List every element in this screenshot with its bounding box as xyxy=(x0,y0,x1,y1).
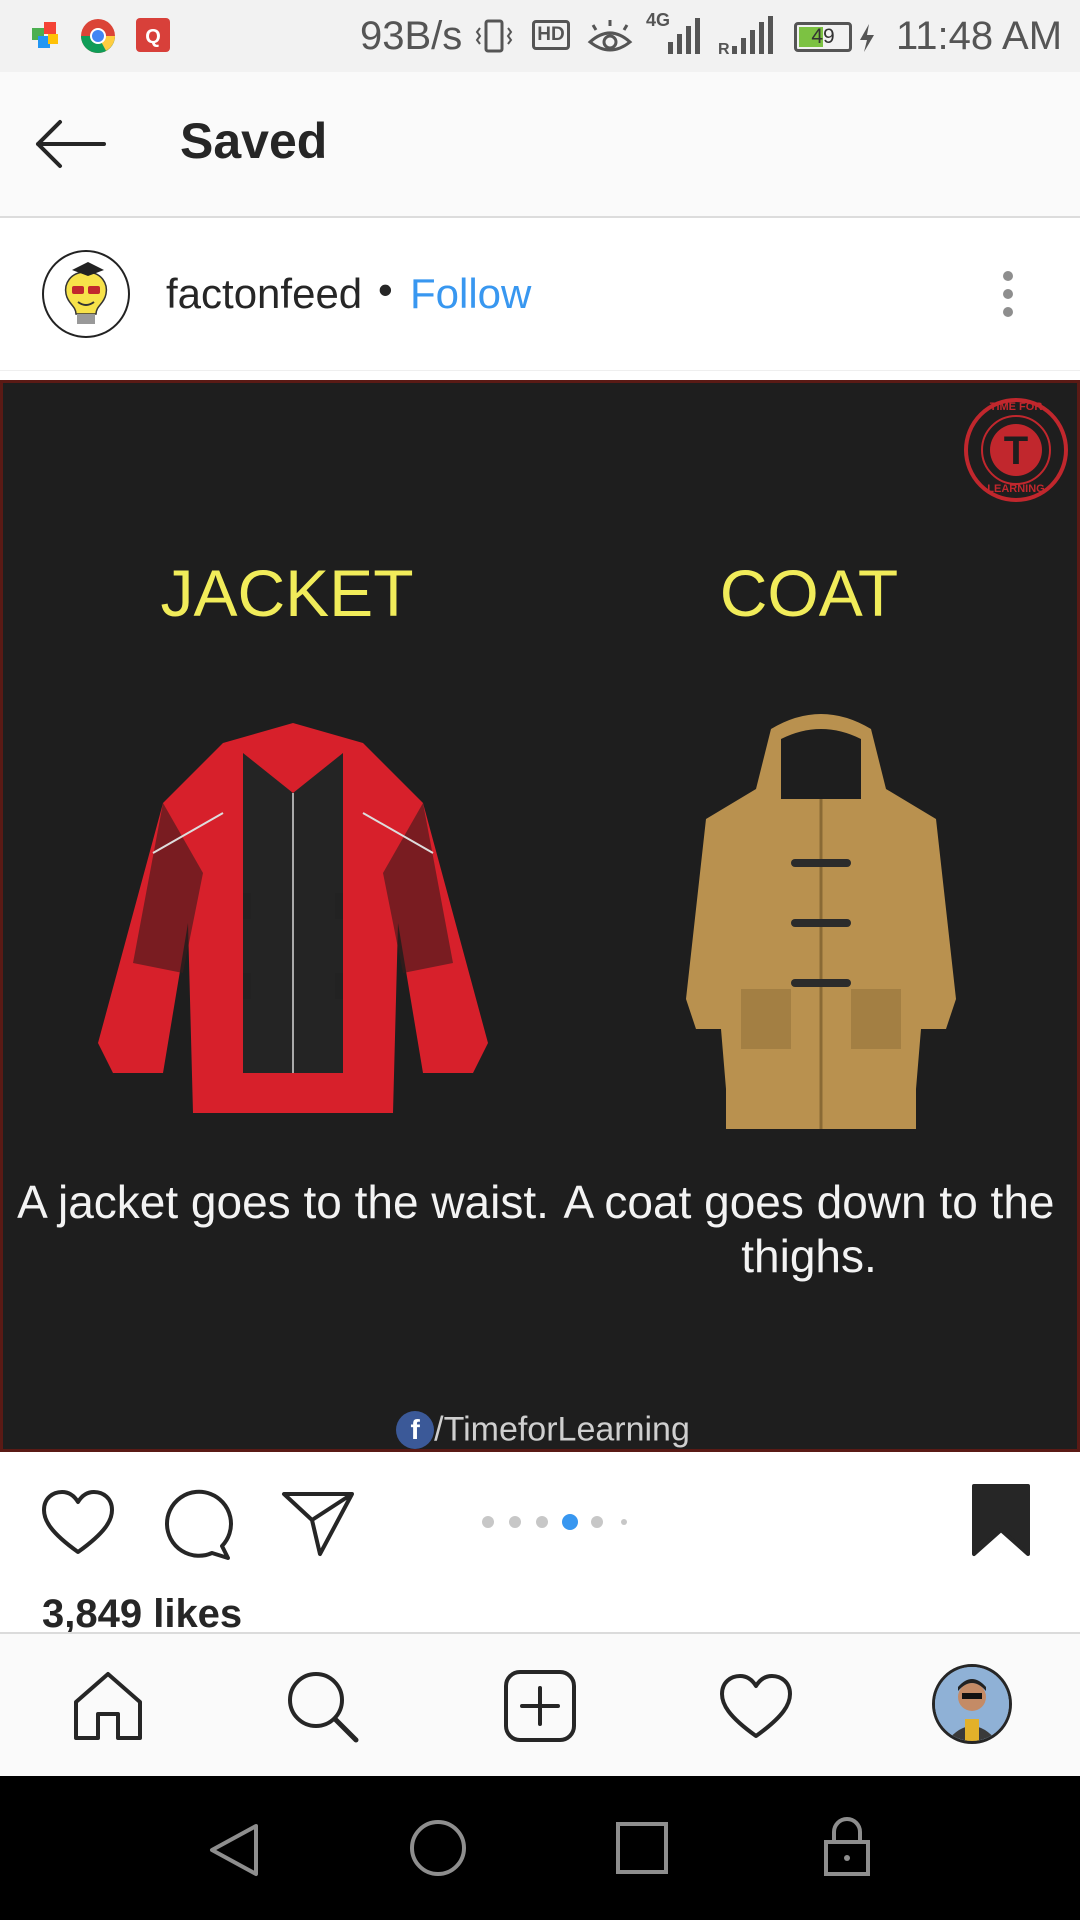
nav-new-post[interactable] xyxy=(502,1668,578,1744)
lock-icon xyxy=(824,1817,870,1876)
system-home-button[interactable] xyxy=(408,1818,468,1878)
search-icon xyxy=(288,1672,359,1743)
battery-icon: 49 xyxy=(794,22,852,52)
likes-count[interactable]: 3,849 likes xyxy=(42,1592,242,1637)
heart-icon xyxy=(720,1674,792,1738)
bookmark-icon xyxy=(972,1484,1030,1556)
signal-icon-2: R xyxy=(716,16,776,56)
bottom-navigation xyxy=(0,1632,1080,1778)
share-button[interactable] xyxy=(280,1488,356,1558)
network-speed: 93B/s xyxy=(360,14,463,58)
back-button[interactable] xyxy=(30,114,110,174)
comment-icon xyxy=(164,1489,233,1560)
system-recents-button[interactable] xyxy=(614,1820,670,1876)
arrow-left-icon xyxy=(36,120,106,168)
time-for-learning-badge: T TIME FOR LEARNING xyxy=(961,395,1071,505)
battery-level: 49 xyxy=(811,25,835,48)
clock: 11:48 AM xyxy=(896,14,1063,58)
jacket-illustration xyxy=(93,713,493,1133)
more-options-button[interactable] xyxy=(996,268,1020,320)
nav-profile[interactable] xyxy=(932,1664,1012,1744)
coat-title: COAT xyxy=(719,556,899,630)
svg-text:R: R xyxy=(718,41,730,56)
signal-icon xyxy=(646,16,706,56)
nav-home[interactable] xyxy=(70,1668,146,1744)
circle-home-icon xyxy=(410,1820,466,1876)
carousel-indicator xyxy=(480,1510,630,1534)
post-username[interactable]: factonfeed xyxy=(166,270,362,318)
comment-button[interactable] xyxy=(160,1488,234,1562)
vibrate-icon xyxy=(474,18,514,54)
hd-badge: HD xyxy=(532,20,570,50)
quora-icon: Q xyxy=(136,18,170,52)
post-actions: 3,849 likes xyxy=(0,1452,1080,1636)
app-header: Saved xyxy=(0,72,1080,218)
jacket-caption: A jacket goes to the waist. xyxy=(17,1176,549,1228)
nav-activity[interactable] xyxy=(718,1672,794,1742)
system-lock-button[interactable] xyxy=(822,1816,872,1878)
follow-button[interactable]: Follow xyxy=(410,270,531,318)
coat-illustration xyxy=(671,709,971,1139)
save-button[interactable] xyxy=(970,1482,1032,1558)
system-navigation-bar xyxy=(0,1776,1080,1920)
credit-text: /TimeforLearning xyxy=(434,1410,690,1449)
jacket-title: JACKET xyxy=(160,556,414,630)
post-header: factonfeed • Follow xyxy=(0,218,1080,371)
lightbulb-mascot-icon xyxy=(64,262,108,324)
post-image[interactable]: T TIME FOR LEARNING JACKET A jacket goes… xyxy=(0,380,1080,1452)
square-recents-icon xyxy=(616,1822,668,1874)
home-icon xyxy=(74,1672,142,1740)
puzzle-app-icon xyxy=(30,20,60,50)
image-credit: f/TimeforLearning xyxy=(3,1409,1077,1449)
status-bar: Q 93B/s HD 4G R 49 11:48 AM xyxy=(0,0,1080,72)
more-vertical-icon xyxy=(1003,271,1013,317)
charging-icon xyxy=(856,22,878,54)
triangle-back-icon xyxy=(210,1824,258,1876)
badge-letter: T xyxy=(1003,429,1029,473)
like-button[interactable] xyxy=(40,1488,116,1558)
badge-top-text: TIME FOR xyxy=(989,401,1043,413)
send-icon xyxy=(282,1492,354,1556)
profile-avatar xyxy=(935,1667,1009,1741)
eye-icon xyxy=(586,18,634,58)
badge-bottom-text: LEARNING xyxy=(987,483,1045,495)
nav-search[interactable] xyxy=(284,1668,360,1744)
svg-text:Q: Q xyxy=(145,26,161,48)
avatar[interactable] xyxy=(42,250,130,338)
coat-caption: A coat goes down to the thighs. xyxy=(563,1176,1055,1282)
heart-icon xyxy=(42,1490,114,1554)
add-post-icon xyxy=(504,1670,576,1742)
page-title: Saved xyxy=(180,113,328,169)
separator-dot: • xyxy=(378,266,393,313)
carousel-dots xyxy=(482,1514,627,1530)
facebook-icon: f xyxy=(396,1411,435,1449)
chrome-icon xyxy=(80,18,116,54)
system-back-button[interactable] xyxy=(206,1820,262,1880)
